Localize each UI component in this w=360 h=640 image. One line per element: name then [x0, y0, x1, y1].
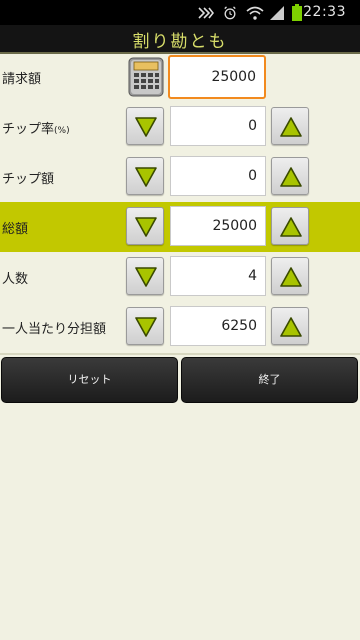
total-increase-button[interactable]	[271, 207, 309, 245]
title-bar: 割り勘とも	[0, 25, 360, 54]
triangle-up-icon	[280, 167, 302, 187]
row-bill-amount: 請求額 25000	[0, 52, 360, 102]
triangle-up-icon	[280, 217, 302, 237]
total-decrease-button[interactable]	[126, 207, 164, 245]
exit-button[interactable]: 終了	[181, 357, 358, 403]
status-clock: 22:33	[303, 4, 346, 20]
triangle-up-icon	[280, 117, 302, 137]
row-total-amount: 総額 25000	[0, 202, 360, 252]
row-label: 総額	[2, 222, 29, 237]
per-person-amount-input[interactable]: 6250	[170, 306, 266, 346]
tip-rate-input[interactable]: 0	[170, 106, 266, 146]
wifi-icon	[246, 6, 264, 20]
people-count-input[interactable]: 4	[170, 256, 266, 296]
alarm-icon	[224, 6, 236, 20]
triangle-down-icon	[135, 317, 157, 337]
row-label: 一人当たり分担額	[2, 322, 107, 337]
bill-amount-input[interactable]: 25000	[168, 55, 266, 99]
row-tip-rate: チップ率(%) 0	[0, 102, 360, 152]
tip-amount-decrease-button[interactable]	[126, 157, 164, 195]
tip-amount-increase-button[interactable]	[271, 157, 309, 195]
action-bar: リセット 終了	[0, 357, 360, 405]
row-label: 人数	[2, 272, 29, 287]
row-people-count: 人数 4	[0, 252, 360, 302]
row-tip-amount: チップ額 0	[0, 152, 360, 202]
total-amount-input[interactable]: 25000	[170, 206, 266, 246]
notification-icon	[198, 7, 214, 19]
tip-rate-decrease-button[interactable]	[126, 107, 164, 145]
triangle-up-icon	[280, 317, 302, 337]
row-per-person: 一人当たり分担額 6250	[0, 302, 360, 352]
status-bar: 22:33	[0, 0, 360, 25]
battery-icon	[292, 4, 302, 21]
row-label: チップ率(%)	[2, 122, 70, 137]
triangle-down-icon	[135, 267, 157, 287]
tip-amount-input[interactable]: 0	[170, 156, 266, 196]
triangle-down-icon	[135, 117, 157, 137]
triangle-down-icon	[135, 217, 157, 237]
calculator-icon[interactable]	[128, 57, 164, 97]
signal-icon	[270, 6, 284, 20]
reset-button[interactable]: リセット	[1, 357, 178, 403]
row-label: チップ額	[2, 172, 55, 187]
tip-rate-increase-button[interactable]	[271, 107, 309, 145]
app-title: 割り勘とも	[132, 32, 228, 52]
per-person-decrease-button[interactable]	[126, 307, 164, 345]
row-label: 請求額	[2, 72, 42, 87]
triangle-up-icon	[280, 267, 302, 287]
people-decrease-button[interactable]	[126, 257, 164, 295]
divider	[0, 353, 360, 355]
triangle-down-icon	[135, 167, 157, 187]
people-increase-button[interactable]	[271, 257, 309, 295]
per-person-increase-button[interactable]	[271, 307, 309, 345]
